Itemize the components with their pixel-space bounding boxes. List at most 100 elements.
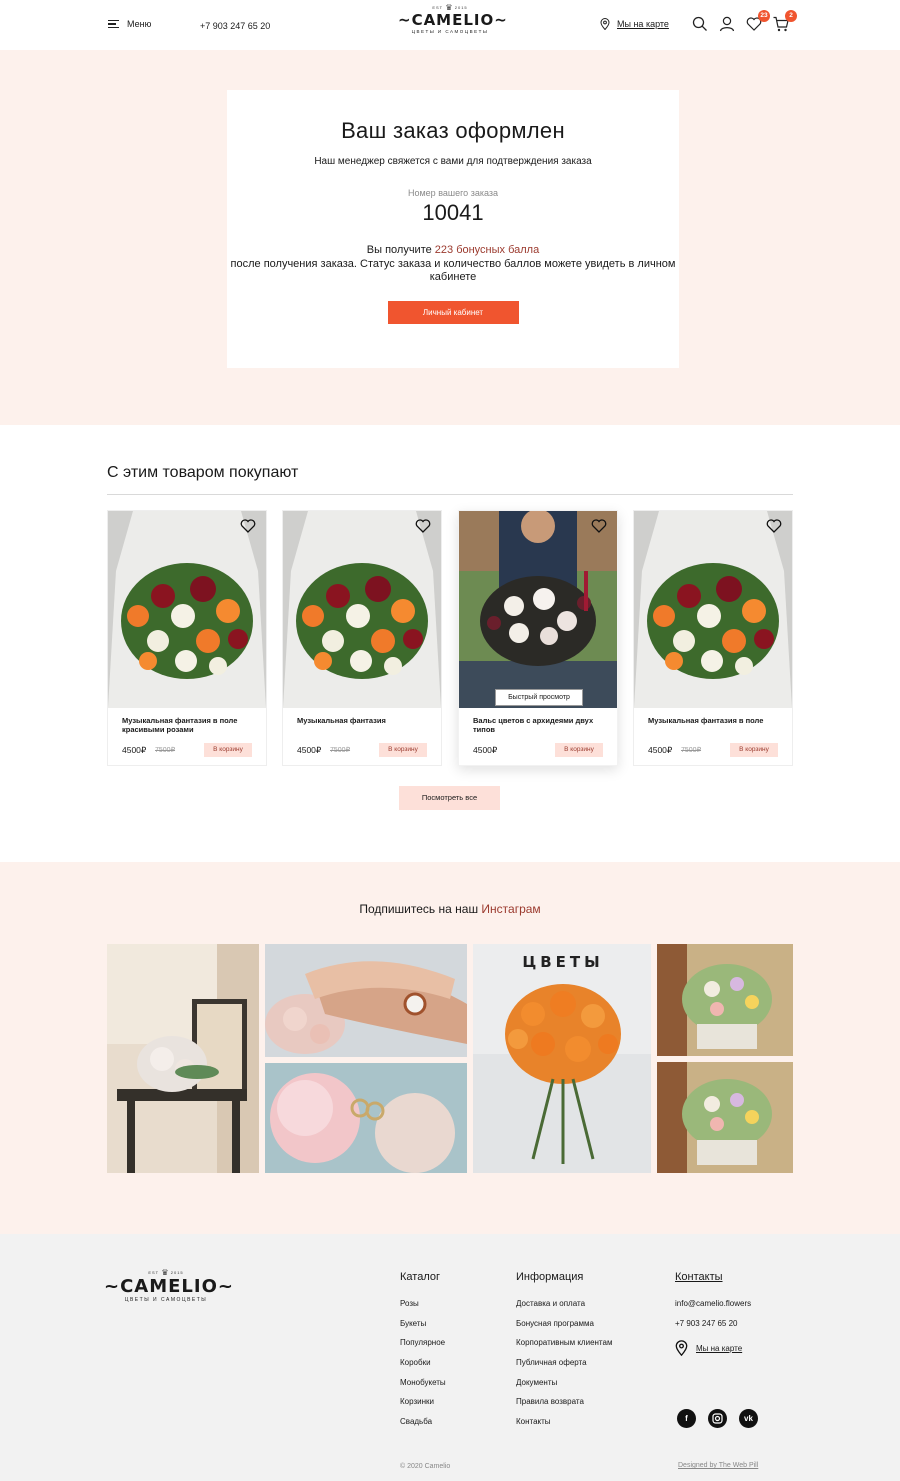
product-old-price: 7500₽ [681, 747, 702, 754]
footer-contacts-title[interactable]: Контакты [675, 1271, 751, 1283]
footer-link[interactable]: Корпоративным клиентам [516, 1338, 612, 1358]
menu-icon [108, 19, 119, 29]
confirmation-title: Ваш заказ оформлен [341, 118, 565, 143]
instagram-icon[interactable] [708, 1409, 727, 1428]
product-price: 4500₽ [122, 745, 147, 755]
product-price: 4500₽ [473, 745, 498, 755]
personal-cabinet-button[interactable]: Личный кабинет [387, 300, 519, 324]
favorite-heart-icon[interactable] [766, 519, 782, 533]
product-name[interactable]: Вальс цветов с архидеями двух типов [473, 716, 609, 734]
product-card[interactable]: Музыкальная фантазия 4500₽ 7500₽ В корзи… [282, 510, 442, 766]
footer-info-title: Информация [516, 1271, 584, 1283]
instagram-link[interactable]: Инстаграм [481, 902, 540, 916]
instagram-photo[interactable] [107, 944, 259, 1173]
footer-email[interactable]: info@camelio.flowers [675, 1299, 751, 1319]
footer-map-link[interactable]: Мы на карте [675, 1338, 751, 1358]
footer-link[interactable]: Букеты [400, 1319, 446, 1339]
location-pin-icon [675, 1340, 688, 1357]
user-icon[interactable] [719, 16, 735, 32]
product-old-price: 7500₽ [155, 747, 176, 754]
product-image[interactable] [634, 511, 792, 708]
product-price: 4500₽ [297, 745, 322, 755]
footer-link[interactable]: Коробки [400, 1358, 446, 1378]
product-old-price: 7500₽ [330, 747, 351, 754]
product-name[interactable]: Музыкальная фантазия в поле красивыми ро… [122, 716, 258, 734]
order-number: 10041 [422, 200, 484, 225]
confirmation-card: Ваш заказ оформлен Наш менеджер свяжется… [227, 90, 679, 368]
social-links: f vk [677, 1409, 758, 1428]
site-footer: EST ♛ 2015 ~CAMELIO~ ЦВЕТЫ И САМОЦВЕТЫ К… [0, 1234, 900, 1481]
divider [107, 494, 793, 495]
instagram-section: Подпишитесь на наш Инстаграм ЦВЕТЫ [0, 862, 900, 1234]
vk-icon[interactable]: vk [739, 1409, 758, 1428]
order-number-label: Номер вашего заказа [407, 188, 498, 198]
cart-button[interactable]: 2 [773, 10, 797, 32]
footer-link[interactable]: Розы [400, 1299, 446, 1319]
location-pin-icon [600, 18, 610, 30]
menu-label: Меню [127, 19, 152, 29]
product-name[interactable]: Музыкальная фантазия в поле [648, 716, 784, 725]
favorite-heart-icon[interactable] [240, 519, 256, 533]
footer-link[interactable]: Бонусная программа [516, 1319, 612, 1339]
sign-text: ЦВЕТЫ [522, 953, 603, 971]
logo-name: ~CAMELIO~ [104, 1276, 234, 1298]
product-name[interactable]: Музыкальная фантазия [297, 716, 433, 725]
header-phone[interactable]: +7 903 247 65 20 [200, 21, 270, 31]
order-confirmation-section: Ваш заказ оформлен Наш менеджер свяжется… [0, 50, 900, 425]
add-to-cart-button[interactable]: В корзину [379, 743, 427, 757]
footer-link[interactable]: Контакты [516, 1417, 612, 1437]
site-header: Меню +7 903 247 65 20 EST ♛ 2015 ~CAMELI… [0, 0, 900, 50]
add-to-cart-button[interactable]: В корзину [204, 743, 252, 757]
footer-link[interactable]: Корзинки [400, 1397, 446, 1417]
favorites-badge: 23 [758, 10, 770, 22]
footer-link[interactable]: Правила возврата [516, 1397, 612, 1417]
product-image[interactable] [108, 511, 266, 708]
footer-link[interactable]: Документы [516, 1378, 612, 1398]
map-link[interactable]: Мы на карте [600, 18, 669, 30]
bonus-amount: 223 бонусных балла [434, 244, 540, 256]
product-grid: Музыкальная фантазия в поле красивыми ро… [107, 510, 793, 766]
quick-view-button[interactable]: Быстрый просмотр [495, 689, 583, 706]
logo-tagline: ЦВЕТЫ И САМОЦВЕТЫ [124, 1297, 208, 1304]
product-card[interactable]: Музыкальная фантазия в поле 4500₽ 7500₽ … [633, 510, 793, 766]
instagram-photo[interactable] [265, 944, 467, 1057]
footer-info: Информация Доставка и оплата Бонусная пр… [516, 1271, 612, 1437]
favorites-button[interactable]: 23 [746, 10, 770, 32]
favorite-heart-icon[interactable] [415, 519, 431, 533]
add-to-cart-button[interactable]: В корзину [555, 743, 603, 757]
view-all-button[interactable]: Посмотреть все [399, 786, 500, 810]
product-card[interactable]: Музыкальная фантазия в поле красивыми ро… [107, 510, 267, 766]
product-image[interactable] [283, 511, 441, 708]
footer-link[interactable]: Доставка и оплата [516, 1299, 612, 1319]
footer-link[interactable]: Свадьба [400, 1417, 446, 1437]
copyright: © 2020 Camelio [400, 1463, 451, 1470]
confirmation-subtitle: Наш менеджер свяжется с вами для подтвер… [314, 156, 592, 167]
menu-button[interactable]: Меню [108, 19, 151, 29]
instagram-photo[interactable] [265, 1063, 467, 1173]
cart-badge: 2 [785, 10, 797, 22]
footer-link[interactable]: Публичная оферта [516, 1358, 612, 1378]
instagram-photo[interactable]: ЦВЕТЫ [473, 944, 651, 1173]
footer-catalog-title: Каталог [400, 1271, 440, 1283]
add-to-cart-button[interactable]: В корзину [730, 743, 778, 757]
footer-link[interactable]: Популярное [400, 1338, 446, 1358]
product-card[interactable]: Быстрый просмотр Вальс цветов с архидеям… [458, 510, 618, 766]
instagram-photo[interactable] [657, 944, 793, 1056]
footer-phone[interactable]: +7 903 247 65 20 [675, 1319, 751, 1339]
search-icon[interactable] [692, 16, 708, 32]
logo[interactable]: EST ♛ 2015 ~CAMELIO~ ЦВЕТЫ И САМОЦВЕТЫ [398, 4, 508, 44]
footer-catalog: Каталог Розы Букеты Популярное Коробки М… [400, 1271, 446, 1437]
favorite-heart-icon[interactable] [591, 519, 607, 533]
instagram-title: Подпишитесь на наш Инстаграм [359, 902, 541, 916]
logo-name: ~CAMELIO~ [398, 11, 508, 30]
map-link-label: Мы на карте [617, 19, 669, 29]
facebook-icon[interactable]: f [677, 1409, 696, 1428]
footer-contacts: Контакты info@camelio.flowers +7 903 247… [675, 1271, 751, 1358]
footer-logo[interactable]: EST ♛ 2015 ~CAMELIO~ ЦВЕТЫ И САМОЦВЕТЫ [104, 1269, 234, 1304]
bonus-text: Вы получите 223 бонусных балла после пол… [230, 244, 676, 283]
designer-credit-link[interactable]: Designed by The Web Pill [678, 1462, 758, 1469]
product-price: 4500₽ [648, 745, 673, 755]
instagram-photo[interactable] [657, 1062, 793, 1173]
product-image[interactable] [459, 511, 617, 708]
footer-link[interactable]: Монобукеты [400, 1378, 446, 1398]
